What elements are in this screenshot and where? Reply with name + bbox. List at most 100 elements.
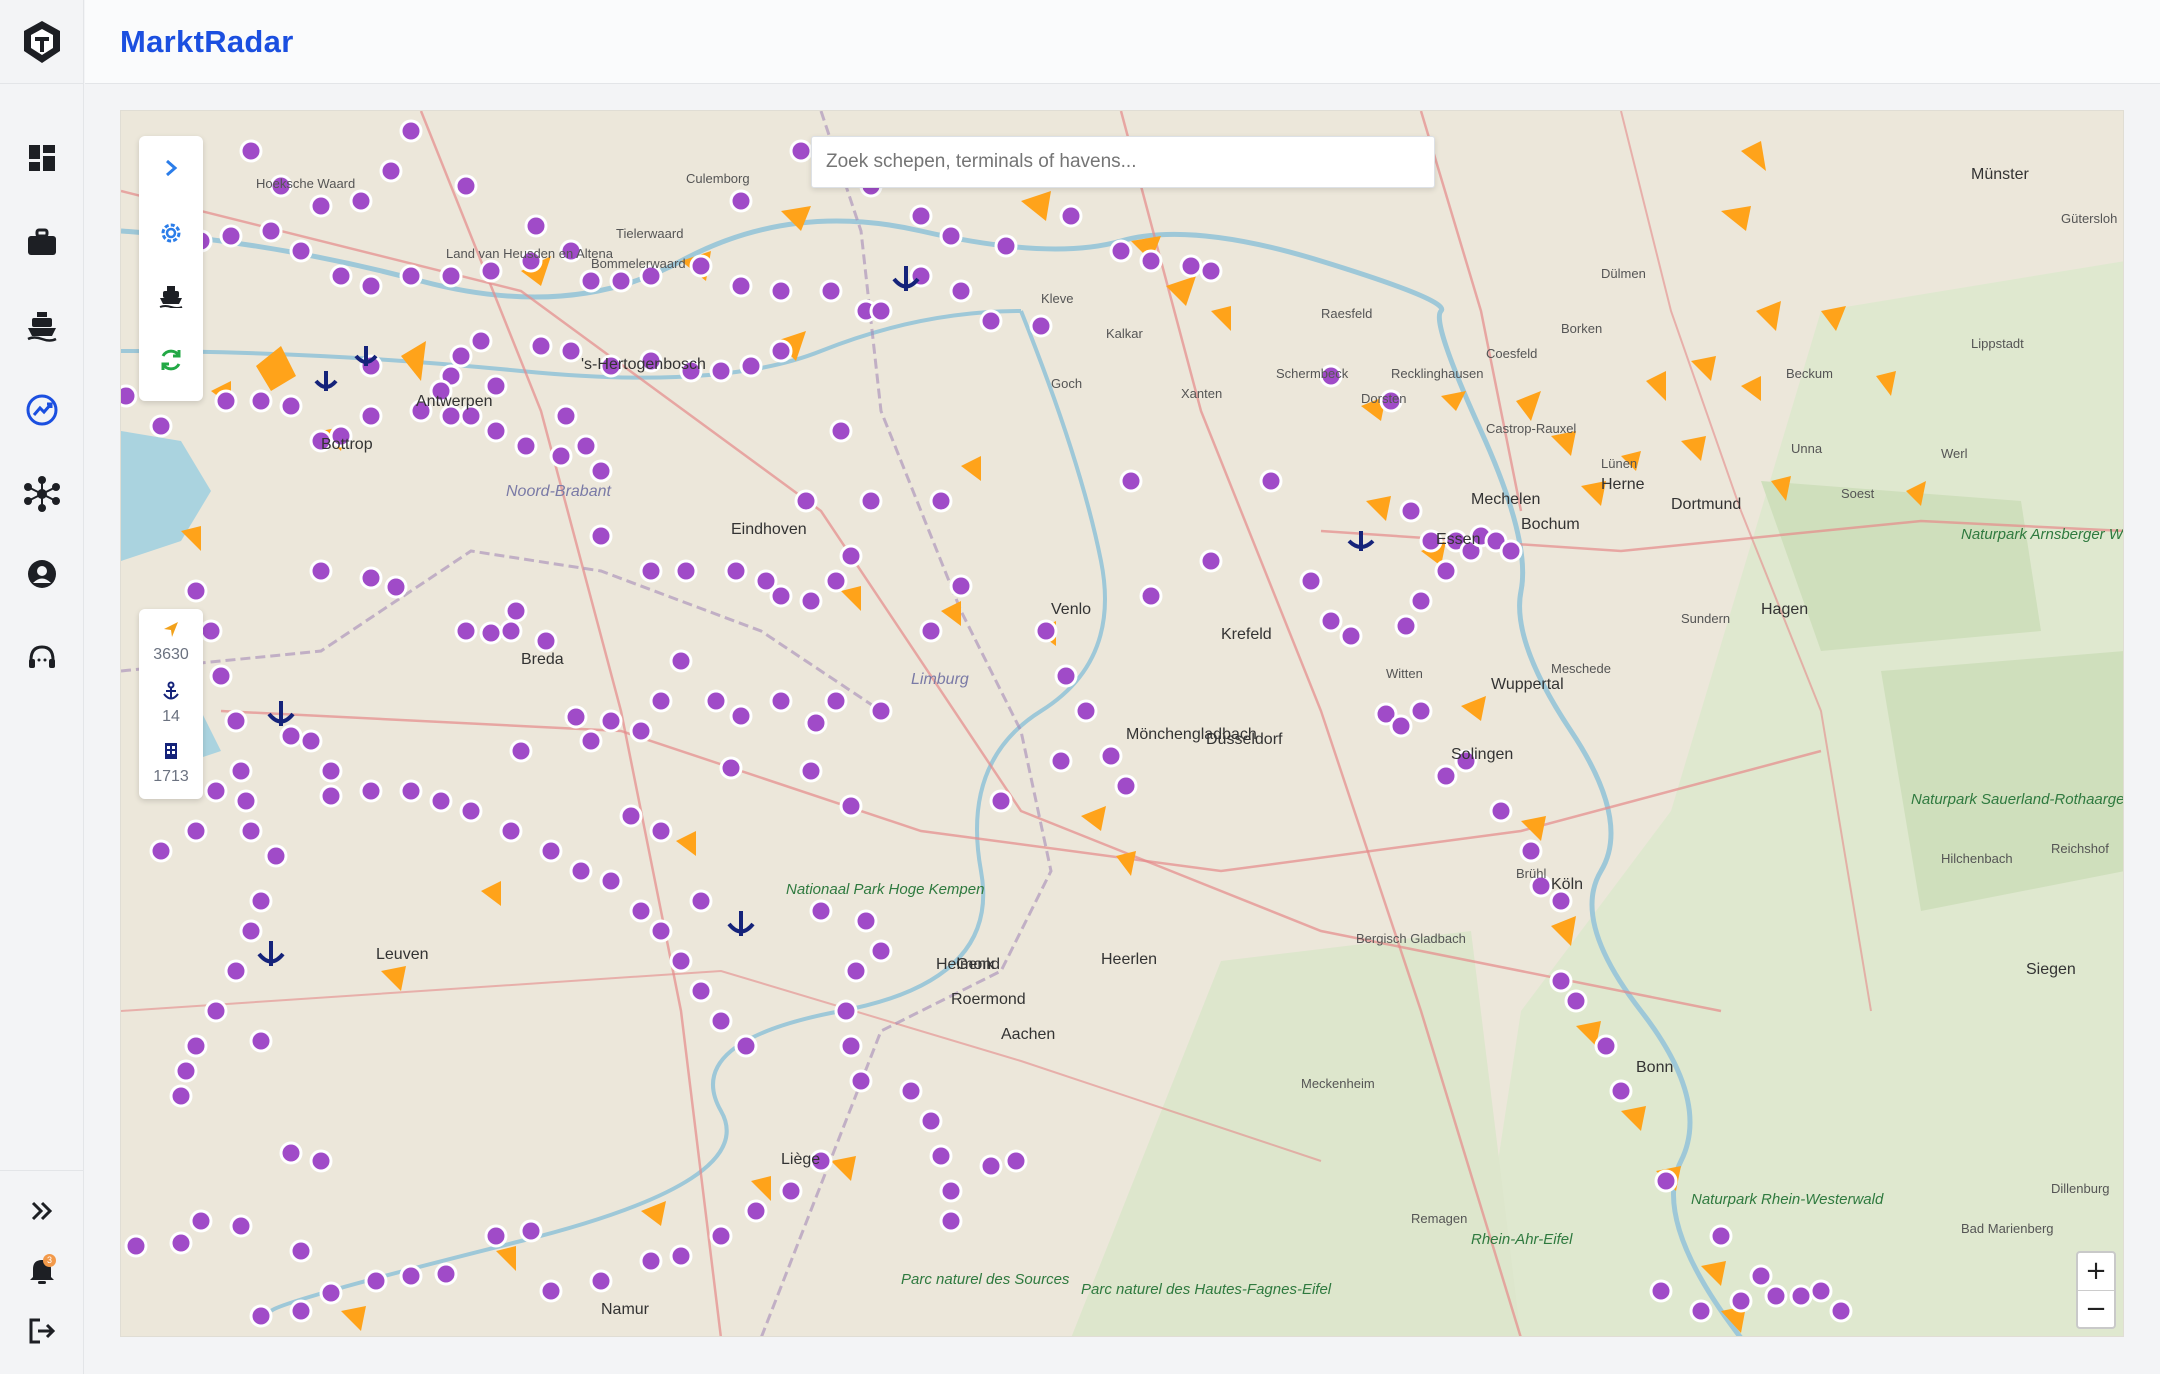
map-label: Bad Marienberg — [1961, 1221, 2054, 1236]
map-label: Münster — [1971, 166, 2029, 183]
map-label: Eindhoven — [731, 521, 807, 538]
map-label: Naturpark Sauerland-Rothaargebirge — [1911, 791, 2124, 808]
anchor-icon — [163, 681, 179, 700]
bell-icon[interactable]: 3 — [22, 1250, 62, 1290]
terminal-count: 1713 — [139, 741, 203, 786]
map-label: Rhein-Ahr-Eifel — [1471, 1231, 1573, 1248]
port-count: 14 — [139, 681, 203, 726]
zoom-out-button[interactable]: − — [2078, 1290, 2114, 1327]
double-chevron-right-icon[interactable] — [22, 1191, 62, 1231]
marktradar-logo[interactable] — [0, 0, 84, 84]
map-label: Schermbeck — [1276, 366, 1349, 381]
map-label: Kleve — [1041, 291, 1074, 306]
map-label: Witten — [1386, 666, 1423, 681]
refresh-icon[interactable] — [151, 340, 191, 380]
map-label: Meschede — [1551, 661, 1611, 676]
headset-icon[interactable] — [22, 638, 62, 678]
map-label: Unna — [1791, 441, 1823, 456]
map-label: Hilchenbach — [1941, 851, 2013, 866]
sidebar-divider — [0, 1170, 84, 1171]
sidebar: 3 — [0, 0, 84, 1374]
map-label: Dortmund — [1671, 496, 1742, 513]
map-label: Helmond — [936, 956, 1001, 973]
map-label: Werl — [1941, 446, 1968, 461]
map-label: Roermond — [951, 991, 1026, 1008]
map-label: Remagen — [1411, 1211, 1468, 1226]
map-label: Essen — [1436, 531, 1481, 548]
map-label: Lünen — [1601, 456, 1638, 471]
map-label: Parc naturel des Sources — [901, 1271, 1070, 1288]
user-icon[interactable] — [22, 554, 62, 594]
map-label: Naturpark Rhein-Westerwald — [1691, 1191, 1884, 1208]
map-label: Borken — [1561, 321, 1603, 336]
map-label: Sundern — [1681, 611, 1731, 626]
network-icon[interactable] — [22, 474, 62, 514]
zoom-in-button[interactable]: + — [2078, 1253, 2114, 1290]
search-input[interactable] — [811, 136, 1435, 188]
map[interactable]: Hoeksche Waard Noord-Brabant Limburg Lan… — [120, 110, 2124, 1337]
map-control-panel — [139, 136, 203, 401]
briefcase-icon[interactable] — [22, 222, 62, 262]
navigation-arrow-icon — [164, 622, 178, 637]
map-label: Brühl — [1516, 866, 1547, 881]
map-label: Castrop-Rauxel — [1486, 421, 1577, 436]
map-label: Leuven — [376, 946, 429, 963]
ship-icon[interactable] — [22, 306, 62, 346]
zoom-control: + − — [2076, 1251, 2116, 1329]
map-label: Venlo — [1051, 601, 1092, 618]
map-stats-panel: 3630 14 1713 — [139, 609, 203, 799]
chevron-right-icon[interactable] — [151, 148, 191, 188]
map-label: Parc naturel des Hautes-Fagnes-Eifel — [1081, 1281, 1332, 1298]
map-label: Namur — [601, 1301, 650, 1318]
map-label: Tielerwaard — [616, 226, 684, 241]
map-label: Recklinghausen — [1391, 366, 1484, 381]
map-label: Dorsten — [1361, 391, 1407, 406]
map-label: Hoeksche Waard — [256, 176, 356, 191]
map-label: Aachen — [1001, 1026, 1056, 1043]
map-label: Reichshof — [2051, 841, 2109, 856]
map-label: Krefeld — [1221, 626, 1272, 643]
map-label: Bottrop — [321, 436, 373, 453]
logout-icon[interactable] — [22, 1311, 62, 1351]
chart-icon[interactable] — [22, 390, 62, 430]
map-label: Bonn — [1636, 1059, 1674, 1076]
ship-icon[interactable] — [151, 276, 191, 316]
vessel-count: 3630 — [139, 619, 203, 664]
map-label: Gütersloh — [2061, 211, 2118, 226]
map-label: Düsseldorf — [1206, 731, 1283, 748]
notification-badge: 3 — [43, 1254, 56, 1267]
map-label: Bergisch Gladbach — [1356, 931, 1466, 946]
gear-icon[interactable] — [151, 213, 191, 253]
map-label: Heerlen — [1101, 951, 1158, 968]
map-label: 's-Hertogenbosch — [581, 356, 706, 373]
map-label: Antwerpen — [416, 393, 493, 410]
map-label: Herne — [1601, 476, 1645, 493]
map-label: Coesfeld — [1486, 346, 1538, 361]
map-label: Dillenburg — [2051, 1181, 2110, 1196]
map-label: Goch — [1051, 376, 1083, 391]
map-label: Naturpark Arnsberger Wald — [1961, 526, 2123, 543]
port-count-value: 14 — [162, 708, 180, 725]
map-label: Dülmen — [1601, 266, 1646, 281]
map-label: Meckenheim — [1301, 1076, 1375, 1091]
topbar: MarktRadar — [85, 0, 2160, 84]
map-label: Xanten — [1181, 386, 1223, 401]
map-label: Mechelen — [1471, 491, 1541, 508]
vessel-count-value: 3630 — [153, 646, 189, 663]
map-label: Land van Heusden en Altena — [446, 246, 613, 261]
map-label: Raesfeld — [1321, 306, 1373, 321]
map-label: Limburg — [911, 671, 969, 688]
map-label: Hagen — [1761, 601, 1809, 618]
terminal-count-value: 1713 — [153, 768, 189, 785]
map-label: Kalkar — [1106, 326, 1143, 341]
map-label: Nationaal Park Hoge Kempen — [786, 881, 985, 898]
map-label: Bommelerwaard — [591, 256, 686, 271]
map-label: Liège — [781, 1151, 821, 1168]
dashboard-icon[interactable] — [22, 138, 62, 178]
map-label: Culemborg — [686, 171, 750, 186]
map-label: Siegen — [2026, 961, 2076, 978]
building-icon — [165, 743, 177, 759]
map-label: Köln — [1551, 876, 1584, 893]
map-label: Noord-Brabant — [506, 483, 611, 500]
map-label: Beckum — [1786, 366, 1833, 381]
